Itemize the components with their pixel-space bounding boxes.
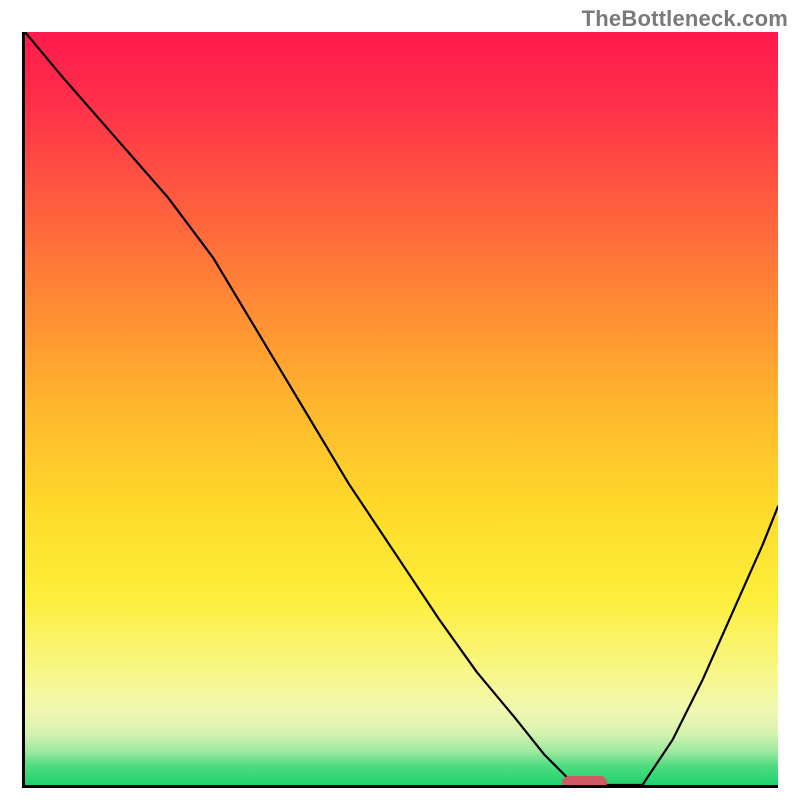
watermark-text: TheBottleneck.com	[582, 6, 788, 32]
optimal-marker	[562, 776, 607, 788]
bottleneck-curve	[25, 32, 778, 785]
plot-area	[22, 32, 778, 788]
chart-stage: TheBottleneck.com	[0, 0, 800, 800]
